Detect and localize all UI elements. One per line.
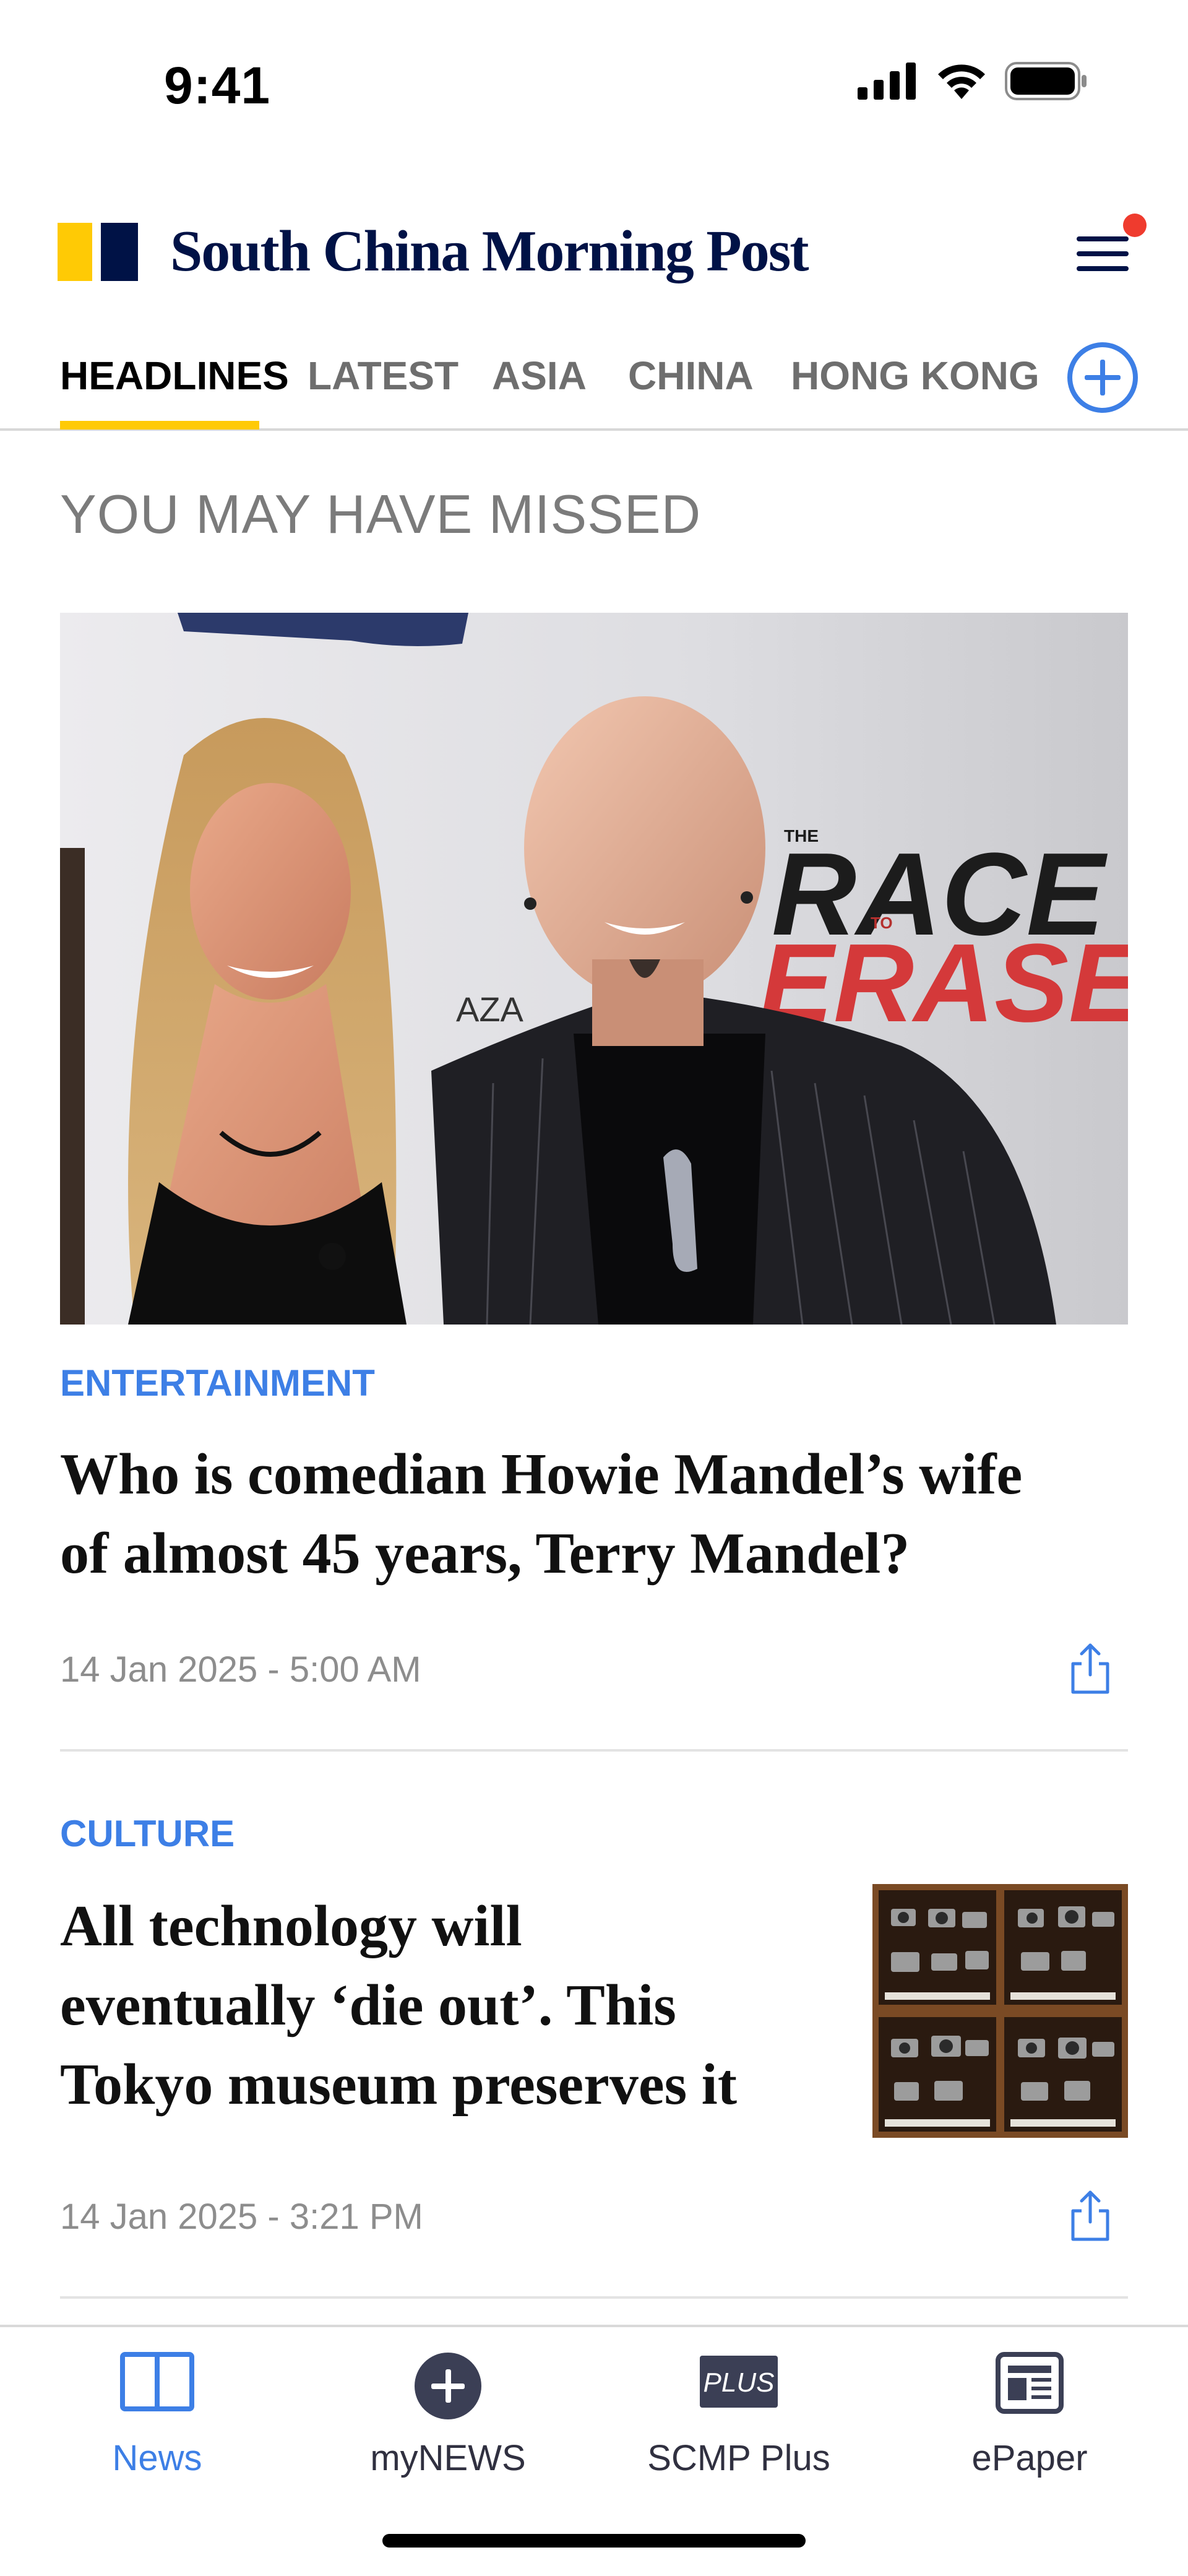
- tab-headlines[interactable]: HEADLINES: [60, 353, 289, 399]
- wifi-icon: [938, 64, 985, 99]
- cellular-signal-icon: [858, 63, 916, 100]
- active-tab-indicator: [60, 421, 259, 430]
- book-icon: [120, 2352, 194, 2411]
- article-divider: [60, 2296, 1128, 2299]
- headline-line: Tokyo museum preserves it: [60, 2052, 738, 2117]
- article-thumbnail[interactable]: [872, 1884, 1128, 2138]
- tab-asia[interactable]: ASIA: [492, 353, 587, 399]
- plus-badge-icon: PLUS: [700, 2356, 778, 2408]
- section-title: YOU MAY HAVE MISSED: [60, 483, 702, 545]
- nav-epaper[interactable]: ePaper: [881, 2327, 1178, 2513]
- scmp-logo-mark: [58, 223, 138, 281]
- nav-mynews[interactable]: myNEWS: [299, 2327, 596, 2513]
- article-hero-image[interactable]: THE RACE TO ERASE AZA: [60, 613, 1128, 1325]
- share-icon[interactable]: [1065, 1640, 1115, 1696]
- svg-text:PLUS: PLUS: [704, 2367, 775, 2398]
- nav-label: ePaper: [971, 2438, 1088, 2478]
- brand-title: South China Morning Post: [170, 219, 809, 283]
- headline-line: Who is comedian Howie Mandel’s wife: [60, 1442, 1023, 1506]
- article-category[interactable]: ENTERTAINMENT: [60, 1362, 375, 1404]
- nav-news[interactable]: News: [9, 2327, 306, 2513]
- article-timestamp: 14 Jan 2025 - 5:00 AM: [60, 1649, 421, 1690]
- tab-hong-kong[interactable]: HONG KONG: [791, 353, 1040, 399]
- section-tabs: HEADLINES LATEST ASIA CHINA HONG KONG: [0, 334, 1188, 431]
- nav-scmp-plus[interactable]: PLUS SCMP Plus: [590, 2327, 887, 2513]
- battery-icon: [1005, 62, 1087, 100]
- status-icons: [858, 62, 1089, 100]
- hamburger-menu-button[interactable]: [1075, 229, 1131, 279]
- tab-china[interactable]: CHINA: [628, 353, 754, 399]
- status-bar: 9:41: [0, 0, 1188, 149]
- app-header: South China Morning Post: [0, 204, 1188, 297]
- nav-label: myNEWS: [370, 2438, 526, 2478]
- newspaper-icon: [996, 2352, 1064, 2414]
- status-time: 9:41: [164, 56, 271, 115]
- headline-line: All technology will: [60, 1894, 522, 1958]
- article-headline[interactable]: Who is comedian Howie Mandel’s wife of a…: [60, 1435, 1022, 1593]
- tab-latest[interactable]: LATEST: [308, 353, 458, 399]
- add-section-icon[interactable]: [1066, 341, 1139, 414]
- home-indicator[interactable]: [382, 2534, 806, 2548]
- article-category[interactable]: CULTURE: [60, 1812, 235, 1855]
- share-icon[interactable]: [1065, 2187, 1115, 2243]
- nav-label: SCMP Plus: [647, 2438, 830, 2478]
- headline-line: of almost 45 years, Terry Mandel?: [60, 1521, 910, 1586]
- nav-label: News: [112, 2438, 202, 2478]
- plus-circle-icon: [415, 2353, 481, 2419]
- article-timestamp: 14 Jan 2025 - 3:21 PM: [60, 2197, 423, 2237]
- svg-text:AZA: AZA: [456, 990, 524, 1029]
- article-divider: [60, 1749, 1128, 1752]
- headline-line: eventually ‘die out’. This: [60, 1973, 676, 2038]
- article-headline[interactable]: All technology will eventually ‘die out’…: [60, 1887, 737, 2124]
- notification-dot: [1123, 214, 1147, 237]
